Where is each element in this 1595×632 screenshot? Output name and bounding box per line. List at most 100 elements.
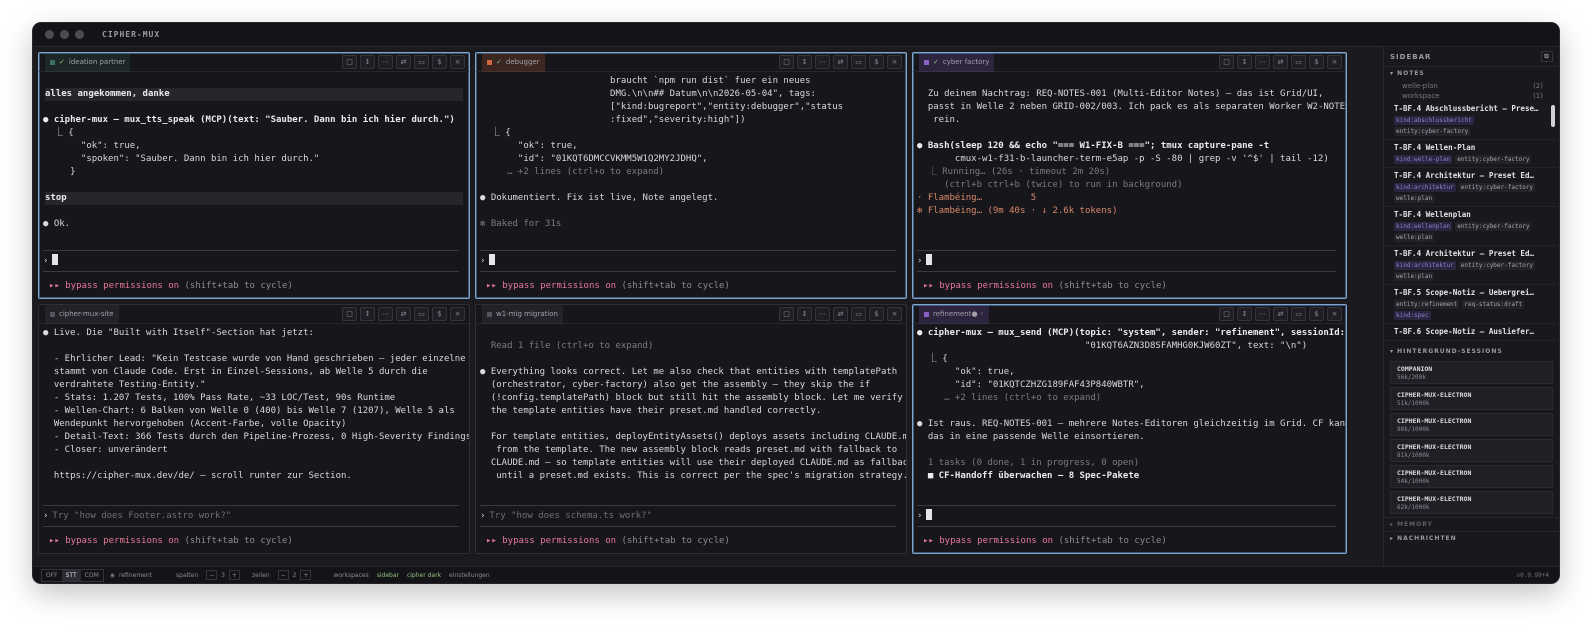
session-name: CIPHER-MUX-ELECTRON (1397, 495, 1472, 503)
pane-tab[interactable]: ✓ ideation partner (45, 53, 131, 72)
prompt-input[interactable]: › Try "how does schema.ts work?" (480, 505, 896, 527)
output-line: braucht `npm run dist` fuer ein neues (480, 75, 902, 88)
pane-tab[interactable]: ✓ debugger (482, 53, 545, 72)
background-session[interactable]: CIPHER-MUX-ELECTRON 54k/1000k (1390, 465, 1553, 488)
swap-icon[interactable]: ⇄ (396, 307, 411, 321)
pane-tab[interactable]: ✓ cyber factory (919, 53, 995, 72)
sidebar-scrollbar[interactable] (1551, 105, 1555, 127)
note-item[interactable]: T-BF.5 Scope-Notiz — Uebergrei… entity:re… (1384, 285, 1559, 324)
shell-icon[interactable]: $ (432, 55, 447, 69)
close-icon[interactable]: × (887, 307, 902, 321)
sessions-section-label[interactable]: ▾ HINTERGRUND-SESSIONS (1384, 345, 1559, 359)
split-icon[interactable]: ↕ (1237, 307, 1252, 321)
shell-icon[interactable]: $ (1309, 55, 1324, 69)
minimize-icon[interactable]: ▭ (1291, 307, 1306, 321)
mode-off-button[interactable]: OFF (42, 570, 62, 581)
split-icon[interactable]: ↕ (797, 55, 812, 69)
note-item[interactable]: T-BF.4 Wellen-Plan kind:welle-plan entity:… (1384, 140, 1559, 168)
terminal-pane[interactable]: cipher-mux-site □ ↕ ⋯ ⇄ ▭ $ × ● Live. Die "Built… (38, 304, 470, 554)
split-icon[interactable]: ↕ (360, 55, 375, 69)
rows-increase-button[interactable]: + (300, 570, 312, 580)
permissions-label: ▸▸ bypass permissions on (923, 281, 1054, 291)
minimize-icon[interactable]: ▭ (1291, 55, 1306, 69)
shell-icon[interactable]: $ (869, 55, 884, 69)
prompt-input[interactable]: › (43, 250, 459, 272)
pane-tab[interactable]: refinement ● ◦ (919, 305, 989, 324)
maximize-icon[interactable]: □ (779, 55, 794, 69)
note-item[interactable]: T-BF.6 Scope-Notiz — Ausliefer… (1384, 324, 1559, 341)
minimize-icon[interactable]: ▭ (414, 55, 429, 69)
more-icon[interactable]: ⋯ (815, 55, 830, 69)
background-session[interactable]: COMPANION 56k/200k (1390, 361, 1553, 384)
close-icon[interactable]: × (1327, 307, 1342, 321)
columns-increase-button[interactable]: + (228, 570, 240, 580)
more-icon[interactable]: ⋯ (378, 55, 393, 69)
note-tag: entity:cyber-factory (1458, 261, 1536, 270)
note-item[interactable]: T-BF.4 Architektur — Preset Ed… kind:arch… (1384, 168, 1559, 207)
more-icon[interactable]: ⋯ (1255, 55, 1270, 69)
minimize-icon[interactable]: ▭ (414, 307, 429, 321)
pane-tab[interactable]: w1-mig migration (482, 305, 563, 324)
window-zoom-dot[interactable] (75, 30, 84, 39)
window-close-dot[interactable] (45, 30, 54, 39)
minimize-icon[interactable]: ▭ (851, 307, 866, 321)
notes-section-label[interactable]: ▾ NOTES (1384, 67, 1559, 81)
more-icon[interactable]: ⋯ (815, 307, 830, 321)
terminal-pane[interactable]: refinement ● ◦ □ ↕ ⋯ ⇄ ▭ $ × ● cipher-mux – mux_… (912, 304, 1347, 554)
note-item[interactable]: T-BF.4 Architektur — Preset Ed… kind:arch… (1384, 246, 1559, 285)
columns-decrease-button[interactable]: − (206, 570, 218, 580)
note-item[interactable]: T-BF.4 Wellenplan kind:wellenplan entity:c… (1384, 207, 1559, 246)
maximize-icon[interactable]: □ (342, 55, 357, 69)
more-icon[interactable]: ⋯ (378, 307, 393, 321)
statusbar-link-cipher-dark[interactable]: cipher dark (407, 572, 441, 579)
terminal-pane[interactable]: ✓ debugger □ ↕ ⋯ ⇄ ▭ $ × braucht `npm run dist` … (475, 52, 907, 299)
messages-section-label[interactable]: ▸ NACHRICHTEN (1384, 531, 1559, 545)
note-category[interactable]: welle-plan (2) (1384, 81, 1559, 91)
mode-com-button[interactable]: COM (81, 570, 103, 581)
minimize-icon[interactable]: ▭ (851, 55, 866, 69)
statusbar-link-einstellungen[interactable]: einstellungen (449, 572, 490, 579)
prompt-input[interactable]: › (917, 505, 1336, 527)
background-session[interactable]: CIPHER-MUX-ELECTRON 81k/1000k (1390, 439, 1553, 462)
mode-stt-button[interactable]: STT (61, 569, 81, 581)
split-icon[interactable]: ↕ (1237, 55, 1252, 69)
shell-icon[interactable]: $ (432, 307, 447, 321)
shell-icon[interactable]: $ (869, 307, 884, 321)
prompt-input[interactable]: › (480, 250, 896, 272)
rows-decrease-button[interactable]: − (277, 570, 289, 580)
terminal-pane[interactable]: ✓ cyber factory □ ↕ ⋯ ⇄ ▭ $ × Zu deinem Nachtrag… (912, 52, 1347, 299)
maximize-icon[interactable]: □ (342, 307, 357, 321)
prompt-input[interactable]: › (917, 250, 1336, 272)
close-icon[interactable]: × (450, 55, 465, 69)
maximize-icon[interactable]: □ (1219, 55, 1234, 69)
background-session[interactable]: CIPHER-MUX-ELECTRON 51k/1000k (1390, 387, 1553, 410)
terminal-pane[interactable]: w1-mig migration □ ↕ ⋯ ⇄ ▭ $ × Read 1 file (ctr… (475, 304, 907, 554)
statusbar-link-sidebar[interactable]: sidebar (377, 572, 399, 579)
swap-icon[interactable]: ⇄ (1273, 307, 1288, 321)
note-category[interactable]: workspace (1) (1384, 91, 1559, 101)
split-icon[interactable]: ↕ (360, 307, 375, 321)
split-icon[interactable]: ↕ (797, 307, 812, 321)
memory-section-label[interactable]: ▸ MEMORY (1384, 517, 1559, 531)
close-icon[interactable]: × (450, 307, 465, 321)
swap-icon[interactable]: ⇄ (833, 307, 848, 321)
maximize-icon[interactable]: □ (1219, 307, 1234, 321)
close-icon[interactable]: × (1327, 55, 1342, 69)
prompt-input[interactable]: › Try "how does Footer.astro work?" (43, 505, 459, 527)
shell-icon[interactable]: $ (1309, 307, 1324, 321)
note-item[interactable]: T-BF.4 Abschlussbericht — Prese… kind:abs… (1384, 101, 1559, 140)
sidebar-collapse-icon[interactable]: ⧉ (1541, 51, 1553, 62)
background-session[interactable]: CIPHER-MUX-ELECTRON 98k/1000k (1390, 413, 1553, 436)
terminal-pane[interactable]: ✓ ideation partner □ ↕ ⋯ ⇄ ▭ $ × alles angekommen… (38, 52, 470, 299)
background-session[interactable]: CIPHER-MUX-ELECTRON 62k/1000k (1390, 491, 1553, 514)
statusbar-link-workspaces[interactable]: workspaces (333, 572, 368, 579)
more-icon[interactable]: ⋯ (1255, 307, 1270, 321)
maximize-icon[interactable]: □ (779, 307, 794, 321)
swap-icon[interactable]: ⇄ (396, 55, 411, 69)
swap-icon[interactable]: ⇄ (833, 55, 848, 69)
close-icon[interactable]: × (887, 55, 902, 69)
pane-tab[interactable]: cipher-mux-site (45, 305, 119, 324)
swap-icon[interactable]: ⇄ (1273, 55, 1288, 69)
window-minimize-dot[interactable] (60, 30, 69, 39)
